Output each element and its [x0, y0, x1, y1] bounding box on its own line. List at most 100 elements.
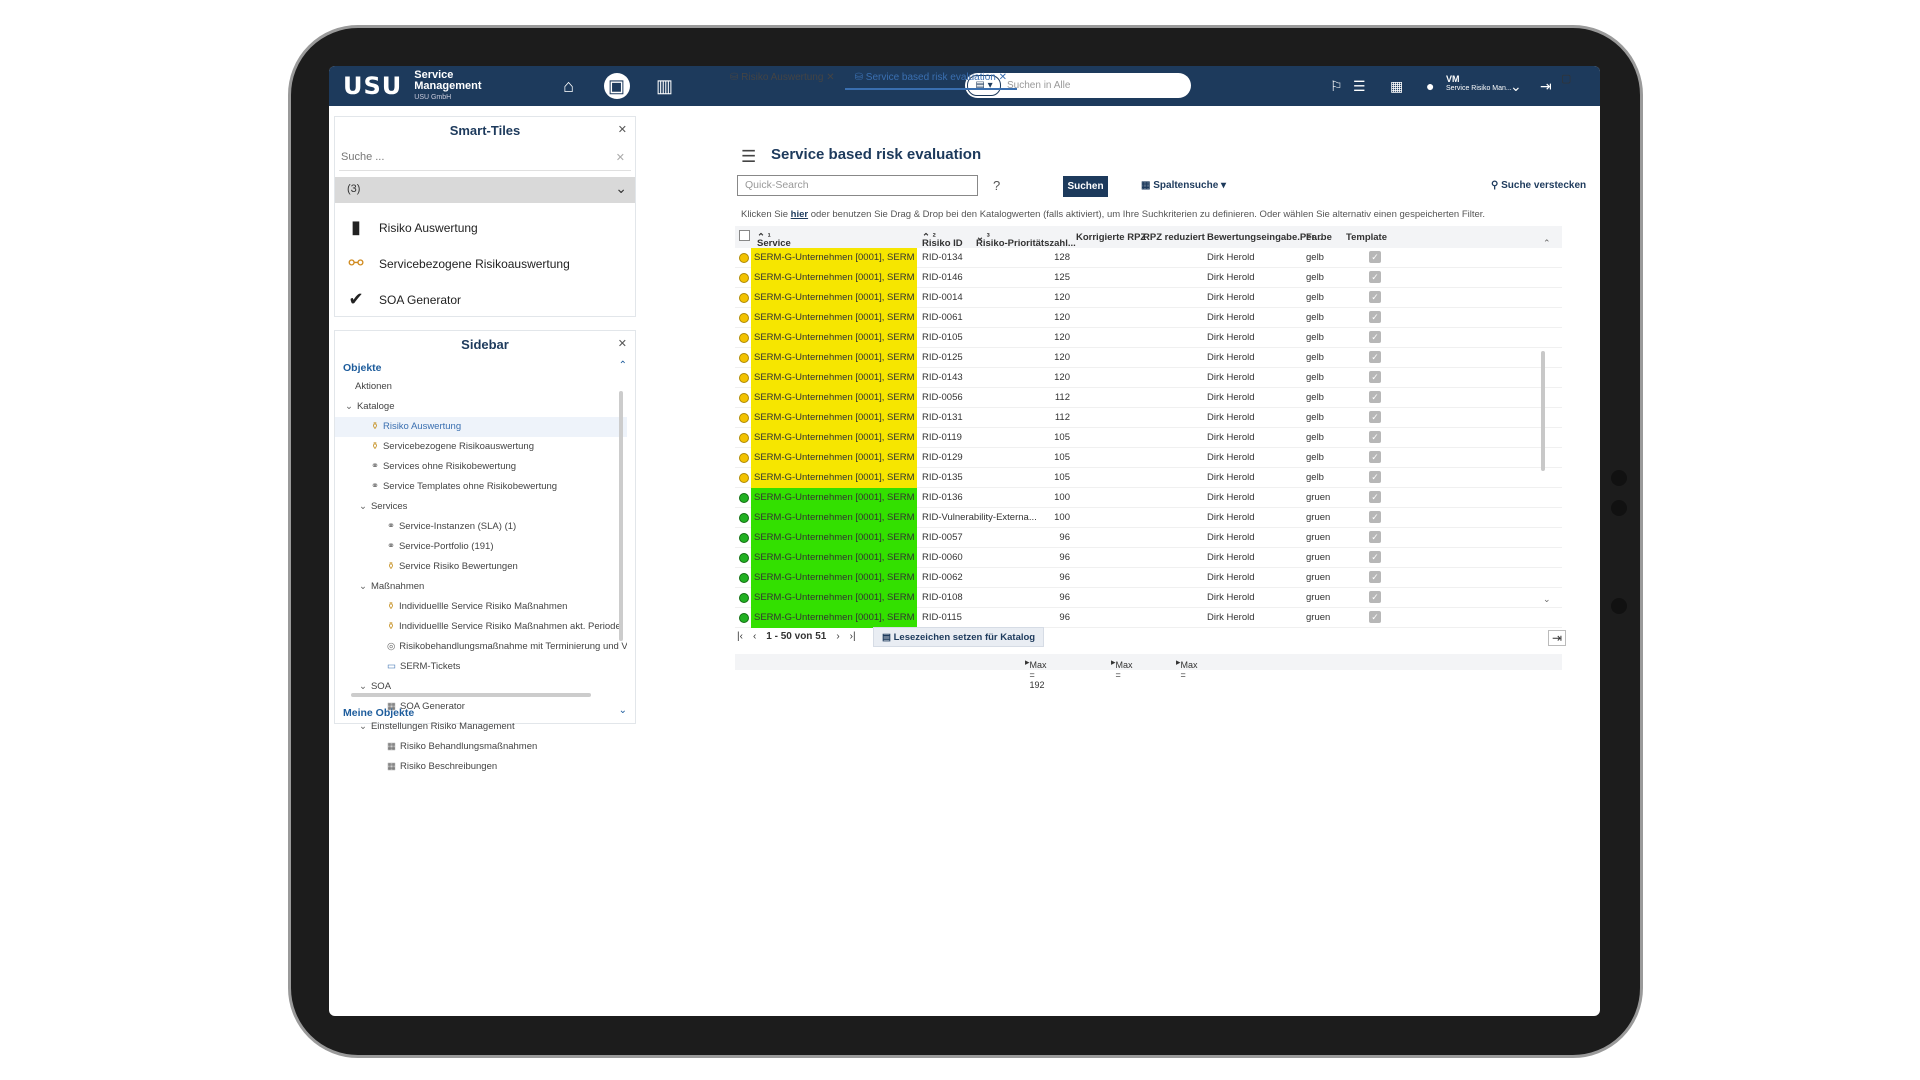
- tree-item[interactable]: ⌄ Kataloge: [335, 397, 627, 417]
- table-row[interactable]: SERM-G-Unternehmen [0001], SERM - Orga..…: [735, 508, 1562, 528]
- tree-item[interactable]: ⚱ Servicebezogene Risikoauswertung: [335, 437, 627, 457]
- tile-risiko-auswertung[interactable]: ▮ Risiko Auswertung: [345, 217, 478, 238]
- col-korrigierte-rpz[interactable]: Korrigierte RPZ: [1076, 232, 1146, 243]
- template-checkbox[interactable]: ✓: [1369, 491, 1381, 503]
- tile-servicebezogene[interactable]: ⚯ Servicebezogene Risikoauswertung: [345, 253, 569, 274]
- tree-item[interactable]: ⚱ Individuellle Service Risiko Maßnahmen: [335, 597, 627, 617]
- cell-service[interactable]: SERM-G-Unternehmen [0001], SERM - Orga..…: [751, 308, 917, 328]
- maximize-icon[interactable]: ▢: [1561, 72, 1571, 85]
- cell-service[interactable]: SERM-G-Unternehmen [0001], SERM - Orga..…: [751, 468, 917, 488]
- logout-icon[interactable]: ⇥: [1540, 78, 1552, 95]
- tree-item[interactable]: ⚭ Services ohne Risikobewertung: [335, 457, 627, 477]
- clear-icon[interactable]: ✕: [616, 151, 625, 164]
- tree-item[interactable]: ⚱ Individuellle Service Risiko Maßnahmen …: [335, 617, 627, 637]
- chevron-up-icon[interactable]: ⌃: [1543, 238, 1551, 249]
- tree-item[interactable]: ▦ Risiko Behandlungsmaßnahmen: [335, 737, 627, 757]
- table-row[interactable]: SERM-G-Unternehmen [0001], SERM - Orga..…: [735, 408, 1562, 428]
- template-checkbox[interactable]: ✓: [1369, 351, 1381, 363]
- cell-service[interactable]: SERM-G-Unternehmen [0001], SERM - Orga..…: [751, 428, 917, 448]
- tree-item[interactable]: ⚱ Service Risiko Bewertungen: [335, 557, 627, 577]
- news-icon[interactable]: ▦: [1390, 78, 1403, 95]
- template-checkbox[interactable]: ✓: [1369, 251, 1381, 263]
- section-meine-objekte[interactable]: Meine Objekte: [343, 707, 414, 719]
- cell-service[interactable]: SERM-G-Unternehmen [0001], SERM - Orga..…: [751, 408, 917, 428]
- tree-item[interactable]: ⚭ Service-Portfolio (191): [335, 537, 627, 557]
- table-row[interactable]: SERM-G-Unternehmen [0001], SERM - Orga..…: [735, 468, 1562, 488]
- table-row[interactable]: SERM-G-Unternehmen [0001], SERM - Orga..…: [735, 348, 1562, 368]
- table-row[interactable]: SERM-G-Unternehmen [0001], SERM - Orga..…: [735, 448, 1562, 468]
- chevron-down-icon[interactable]: ⌄: [615, 180, 627, 197]
- template-checkbox[interactable]: ✓: [1369, 571, 1381, 583]
- help-icon[interactable]: ?: [993, 178, 1000, 193]
- cell-service[interactable]: SERM-G-Unternehmen [0001], SERM - Orga..…: [751, 448, 917, 468]
- prev-page-icon[interactable]: ‹: [753, 631, 756, 642]
- quick-search-input[interactable]: Quick-Search: [737, 175, 978, 196]
- tree-item[interactable]: ⚭ Service-Instanzen (SLA) (1): [335, 517, 627, 537]
- last-page-icon[interactable]: ›|: [850, 631, 856, 642]
- cell-service[interactable]: SERM-G-Unternehmen [0001], SERM - Orga..…: [751, 588, 917, 608]
- template-checkbox[interactable]: ✓: [1369, 451, 1381, 463]
- tree-item[interactable]: ⚭ Service Templates ohne Risikobewertung: [335, 477, 627, 497]
- table-row[interactable]: SERM-G-Unternehmen [0001], SERM - Orga..…: [735, 248, 1562, 268]
- grid-vertical-scrollbar[interactable]: [1541, 351, 1545, 471]
- template-checkbox[interactable]: ✓: [1369, 431, 1381, 443]
- column-search-toggle[interactable]: ▦ Spaltensuche ▾: [1141, 180, 1226, 191]
- bookmark-catalog-button[interactable]: ▤ Lesezeichen setzen für Katalog: [873, 627, 1045, 647]
- export-icon[interactable]: ⇥: [1548, 630, 1567, 646]
- table-row[interactable]: SERM-G-Unternehmen [0001], SERM - Orga..…: [735, 488, 1562, 508]
- user-menu[interactable]: VM Service Risiko Man...: [1446, 74, 1512, 94]
- chevron-down-icon[interactable]: ⌄: [619, 705, 627, 716]
- hint-link[interactable]: hier: [791, 209, 808, 220]
- tree-item[interactable]: ⚱ Risiko Auswertung: [335, 417, 627, 437]
- smart-tiles-search-input[interactable]: Suche ...: [341, 151, 384, 163]
- cell-service[interactable]: SERM-G-Unternehmen [0001], SERM - Orga..…: [751, 488, 917, 508]
- template-checkbox[interactable]: ✓: [1369, 611, 1381, 623]
- template-checkbox[interactable]: ✓: [1369, 271, 1381, 283]
- col-farbe[interactable]: Farbe: [1306, 232, 1332, 243]
- template-checkbox[interactable]: ✓: [1369, 511, 1381, 523]
- table-row[interactable]: SERM-G-Unternehmen [0001], SERM - Orga..…: [735, 308, 1562, 328]
- template-checkbox[interactable]: ✓: [1369, 311, 1381, 323]
- smart-tiles-group[interactable]: (3) ⌄: [335, 177, 635, 203]
- table-row[interactable]: SERM-G-Unternehmen [0001], SERM - Orga..…: [735, 568, 1562, 588]
- cell-service[interactable]: SERM-G-Unternehmen [0001], SERM - Orga..…: [751, 368, 917, 388]
- tree-item[interactable]: ⌄ Services: [335, 497, 627, 517]
- table-row[interactable]: SERM-G-Unternehmen [0001], SERM - Orga..…: [735, 368, 1562, 388]
- chevron-down-icon[interactable]: ⌄: [1543, 594, 1551, 605]
- search-button[interactable]: Suchen: [1063, 176, 1108, 197]
- table-row[interactable]: SERM-G-Unternehmen [0001], SERM - Orga..…: [735, 608, 1562, 628]
- cell-service[interactable]: SERM-G-Unternehmen [0001], SERM - Orga..…: [751, 568, 917, 588]
- home-icon[interactable]: ⌂: [556, 73, 582, 99]
- tab-risiko-auswertung[interactable]: ⛁ Risiko Auswertung ✕: [720, 66, 845, 90]
- tab-service-based-risk[interactable]: ⛁ Service based risk evaluation ✕: [844, 66, 1018, 90]
- hide-search-link[interactable]: ⚲ Suche verstecken: [1491, 180, 1586, 191]
- table-row[interactable]: SERM-G-Unternehmen [0001], SERM - Orga..…: [735, 548, 1562, 568]
- cell-service[interactable]: SERM-G-Unternehmen [0001], SERM - Orga..…: [751, 608, 917, 628]
- table-row[interactable]: SERM-G-Unternehmen [0001], SERM - Orga..…: [735, 588, 1562, 608]
- close-icon[interactable]: ✕: [618, 123, 627, 136]
- tree-item[interactable]: ▭ SERM-Tickets: [335, 657, 627, 677]
- table-row[interactable]: SERM-G-Unternehmen [0001], SERM - Orga..…: [735, 328, 1562, 348]
- cell-service[interactable]: SERM-G-Unternehmen [0001], SERM - Orga..…: [751, 508, 917, 528]
- col-prio[interactable]: Risiko-Prioritätszahl... ⌄ ³: [976, 232, 1076, 249]
- table-row[interactable]: SERM-G-Unternehmen [0001], SERM - Orga..…: [735, 528, 1562, 548]
- template-checkbox[interactable]: ✓: [1369, 371, 1381, 383]
- bookmark-icon[interactable]: ⚐: [1330, 78, 1343, 95]
- tree-item[interactable]: ⌄ Einstellungen Risiko Management: [335, 717, 627, 737]
- cell-service[interactable]: SERM-G-Unternehmen [0001], SERM - Orga..…: [751, 288, 917, 308]
- tree-item[interactable]: ▦ Risiko Beschreibungen: [335, 757, 627, 777]
- cell-service[interactable]: SERM-G-Unternehmen [0001], SERM - Orga..…: [751, 248, 917, 268]
- cell-service[interactable]: SERM-G-Unternehmen [0001], SERM - Orga..…: [751, 268, 917, 288]
- close-icon[interactable]: ✕: [618, 337, 627, 350]
- select-all-checkbox[interactable]: [739, 230, 750, 241]
- template-checkbox[interactable]: ✓: [1369, 391, 1381, 403]
- first-page-icon[interactable]: |‹: [737, 631, 743, 642]
- section-objekte[interactable]: Objekte: [343, 362, 382, 374]
- template-checkbox[interactable]: ✓: [1369, 471, 1381, 483]
- cell-service[interactable]: SERM-G-Unternehmen [0001], SERM - Orga..…: [751, 528, 917, 548]
- template-checkbox[interactable]: ✓: [1369, 591, 1381, 603]
- template-checkbox[interactable]: ✓: [1369, 531, 1381, 543]
- user-icon[interactable]: ●: [1426, 78, 1434, 94]
- template-checkbox[interactable]: ✓: [1369, 551, 1381, 563]
- table-row[interactable]: SERM-G-Unternehmen [0001], SERM - Orga..…: [735, 388, 1562, 408]
